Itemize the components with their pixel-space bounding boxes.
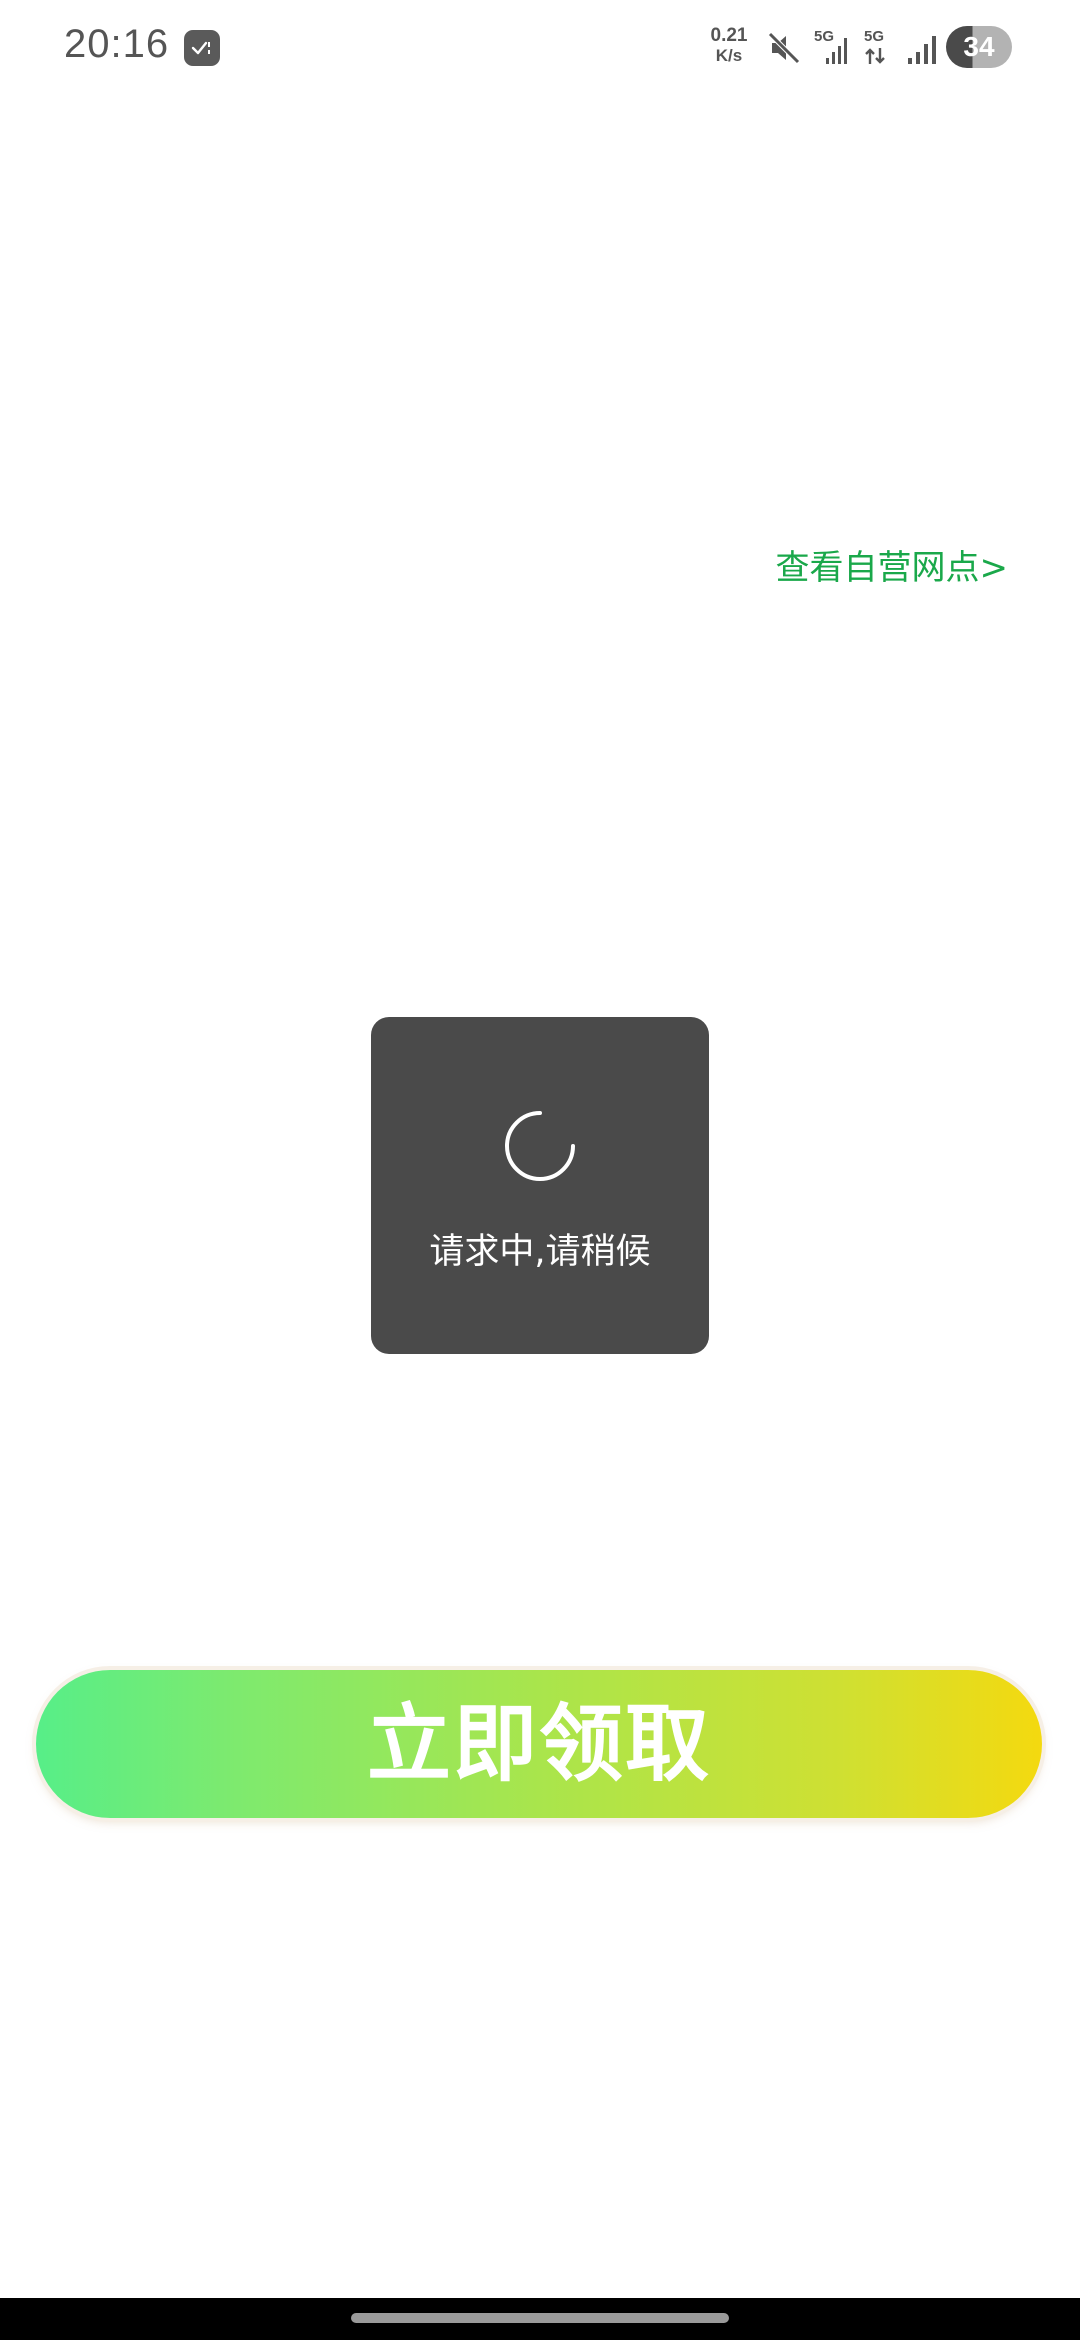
claim-now-label: 立即领取 <box>366 1695 711 1793</box>
screen: 20:16 0.21 K/s 5G 5G 34 查看自营网点> 请求中,请稍候 … <box>0 0 1080 2340</box>
network-speed-unit: K/s <box>715 46 743 65</box>
navigation-bar <box>0 2298 1080 2340</box>
loading-message: 请求中,请稍候 <box>429 1232 651 1272</box>
loading-spinner-icon <box>502 1108 578 1188</box>
network-speed: 0.21 K/s <box>704 26 754 66</box>
status-bar: 20:16 0.21 K/s 5G 5G 34 <box>0 0 1080 96</box>
home-indicator[interactable] <box>351 2313 729 2323</box>
loading-toast: 请求中,请稍候 <box>371 1017 709 1354</box>
claim-now-button[interactable]: 立即领取 <box>36 1670 1042 1818</box>
network-speed-value: 0.21 <box>710 25 748 46</box>
notification-icon <box>184 30 220 66</box>
view-outlets-link[interactable]: 查看自营网点> <box>776 540 1009 589</box>
signal-icon <box>906 32 942 70</box>
mute-icon <box>766 30 802 70</box>
battery-icon: 34 <box>946 26 1012 68</box>
status-time: 20:16 <box>64 22 170 66</box>
